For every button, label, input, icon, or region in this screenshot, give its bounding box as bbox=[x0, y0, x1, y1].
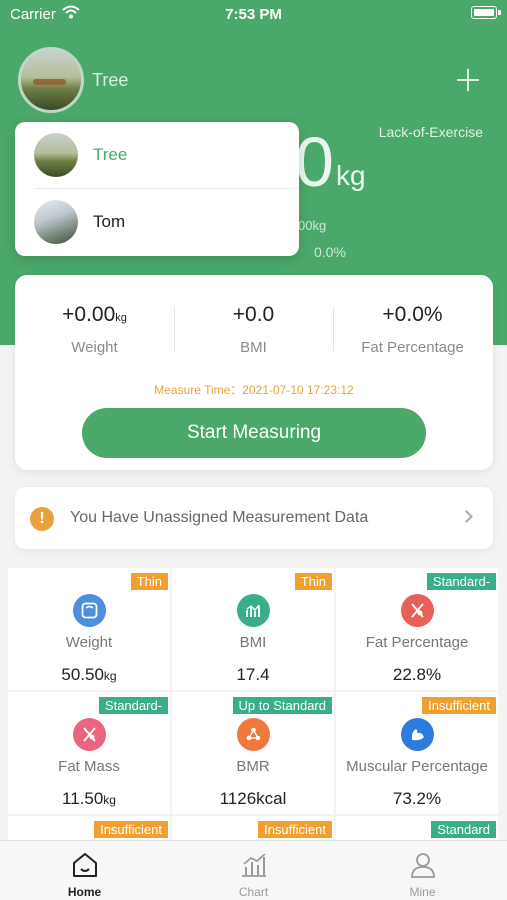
metric-card-weight[interactable]: Thin Weight 50.50kg bbox=[8, 568, 170, 690]
metric-label: Muscular Percentage bbox=[346, 758, 488, 775]
battery-icon bbox=[471, 6, 501, 19]
metric-card-bmi[interactable]: Thin BMI 17.4 bbox=[172, 568, 334, 690]
metric-value-unit: kg bbox=[103, 793, 116, 807]
notice-text: You Have Unassigned Measurement Data bbox=[70, 509, 369, 526]
metric-label: BMR bbox=[236, 758, 270, 775]
unassigned-data-notice[interactable]: ! You Have Unassigned Measurement Data bbox=[15, 487, 493, 549]
stat-fat-value: +0.0% bbox=[382, 303, 443, 326]
person-icon bbox=[411, 853, 435, 878]
metric-label: Fat Percentage bbox=[365, 634, 469, 651]
user-avatar bbox=[34, 200, 78, 244]
scale-icon bbox=[73, 594, 106, 627]
chart-icon bbox=[242, 853, 266, 877]
home-icon bbox=[73, 853, 97, 877]
metric-label: Weight bbox=[65, 634, 113, 651]
status-bar: Carrier 7:53 PM bbox=[0, 0, 507, 28]
stat-bmi-value: +0.0 bbox=[232, 303, 275, 326]
metric-tag: Standard- bbox=[426, 573, 496, 590]
weight-display: 0 bbox=[295, 123, 334, 201]
fat-change-percent: 0.0% bbox=[314, 244, 346, 260]
metric-tag: Insufficient bbox=[422, 697, 496, 714]
metric-tag: Standard- bbox=[98, 697, 168, 714]
metric-value-number: 11.50 bbox=[62, 789, 104, 808]
tab-home[interactable]: Home bbox=[0, 841, 169, 900]
start-measuring-button[interactable]: Start Measuring bbox=[82, 408, 426, 458]
stat-fat-label: Fat Percentage bbox=[361, 339, 464, 356]
metric-tag: Up to Standard bbox=[232, 697, 332, 714]
user-option-name: Tree bbox=[93, 145, 128, 164]
tab-bar: Home Chart Mine bbox=[0, 840, 507, 900]
tab-chart[interactable]: Chart bbox=[169, 841, 338, 900]
weight-unit: kg bbox=[336, 160, 366, 191]
metric-value: 22.8% bbox=[336, 665, 498, 685]
fat-mass-icon bbox=[73, 718, 106, 751]
muscle-icon bbox=[401, 718, 434, 751]
metric-value: 73.2% bbox=[336, 789, 498, 809]
add-user-plus-icon[interactable] bbox=[457, 69, 479, 91]
bmr-molecule-icon bbox=[237, 718, 270, 751]
stat-weight-label: Weight bbox=[71, 339, 118, 356]
stat-fat: +0.0% Fat Percentage bbox=[333, 303, 492, 356]
stat-bmi: +0.0 BMI bbox=[174, 303, 333, 356]
metric-value-number: 1126kcal bbox=[219, 789, 287, 808]
current-user-name[interactable]: Tree bbox=[92, 70, 128, 91]
user-option-tom[interactable]: Tom bbox=[15, 189, 299, 255]
tab-home-label: Home bbox=[67, 885, 102, 899]
metric-tag: Thin bbox=[294, 573, 332, 590]
clock: 7:53 PM bbox=[225, 6, 282, 23]
metric-tag: Standard bbox=[431, 821, 496, 838]
metric-value-number: 73.2% bbox=[392, 789, 442, 808]
user-avatar bbox=[34, 133, 78, 177]
metric-value: 11.50kg bbox=[8, 789, 170, 809]
metric-tag: Insufficient bbox=[258, 821, 332, 838]
warning-icon: ! bbox=[30, 507, 54, 531]
metric-label: BMI bbox=[239, 634, 267, 651]
metric-label: Fat Mass bbox=[58, 758, 120, 775]
stat-weight: +0.00kg Weight bbox=[15, 303, 174, 356]
metric-card-muscular-percentage[interactable]: Insufficient Muscular Percentage 73.2% bbox=[336, 692, 498, 814]
metric-tag: Thin bbox=[130, 573, 168, 590]
metric-value-unit: kg bbox=[103, 669, 117, 683]
stat-weight-value: +0.00 bbox=[62, 303, 116, 326]
user-option-tree[interactable]: Tree bbox=[15, 122, 299, 188]
body-status-label: Lack-of-Exercise bbox=[378, 124, 483, 140]
measure-card: +0.00kg Weight +0.0 BMI +0.0% Fat Percen… bbox=[15, 275, 493, 470]
stat-bmi-label: BMI bbox=[240, 339, 267, 356]
metric-card-fat-percentage[interactable]: Standard- Fat Percentage 22.8% bbox=[336, 568, 498, 690]
metric-tag: Insufficient bbox=[94, 821, 168, 838]
chevron-right-icon bbox=[460, 510, 473, 523]
measure-time: Measure Time：2021-07-10 17:23:12 bbox=[154, 383, 354, 397]
weight-change-value: 00kg bbox=[298, 218, 327, 233]
tab-chart-label: Chart bbox=[238, 885, 269, 899]
metric-value-number: 50.50 bbox=[61, 665, 104, 684]
stat-weight-unit: kg bbox=[115, 312, 127, 324]
metric-value: 17.4 bbox=[172, 665, 334, 685]
user-option-name: Tom bbox=[93, 212, 126, 231]
metric-card-bmr[interactable]: Up to Standard BMR 1126kcal bbox=[172, 692, 334, 814]
bmi-chart-icon bbox=[237, 594, 270, 627]
metric-value-number: 17.4 bbox=[236, 665, 270, 684]
tab-mine-label: Mine bbox=[409, 885, 436, 899]
body-fat-icon bbox=[401, 594, 434, 627]
metric-value: 1126kcal bbox=[172, 789, 334, 809]
tab-mine[interactable]: Mine bbox=[338, 841, 507, 900]
metric-card-fat-mass[interactable]: Standard- Fat Mass 11.50kg bbox=[8, 692, 170, 814]
user-avatar[interactable] bbox=[18, 47, 84, 113]
metric-value-number: 22.8% bbox=[392, 665, 442, 684]
metric-value: 50.50kg bbox=[8, 665, 170, 685]
user-switcher-dropdown: Tree Tom bbox=[15, 122, 299, 256]
